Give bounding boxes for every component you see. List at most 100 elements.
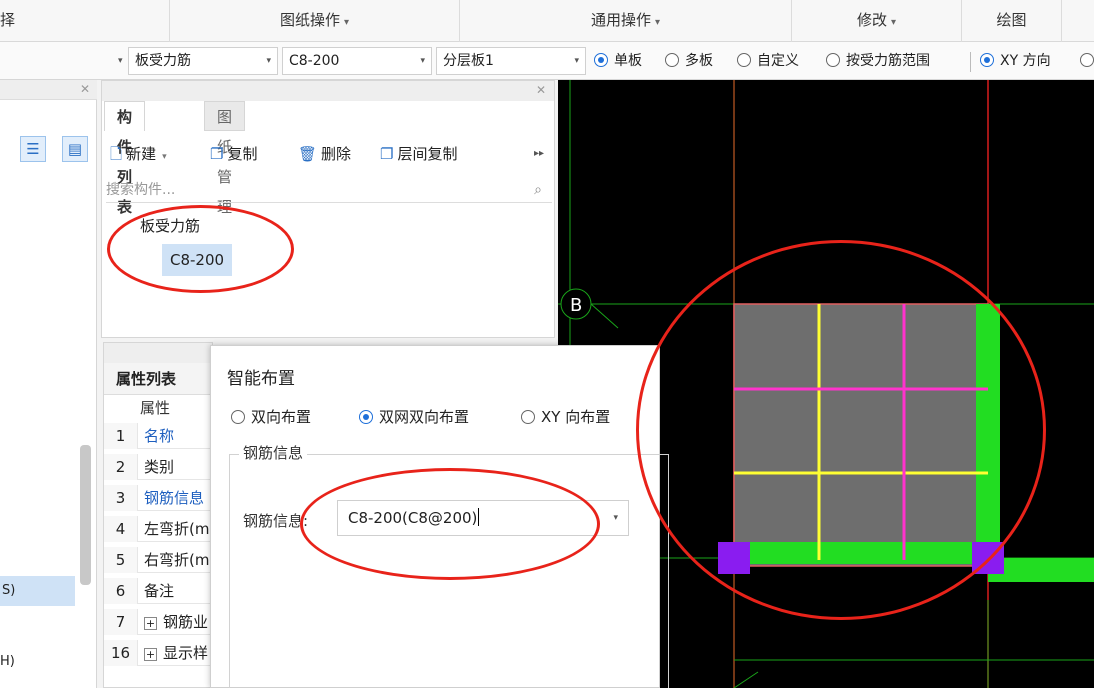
close-icon[interactable]: ✕ xyxy=(536,83,546,97)
tree-node-label: C8-200 xyxy=(170,251,225,269)
radio-double-net-bidirectional[interactable]: 双网双向布置 xyxy=(359,406,469,428)
tree-node-selected[interactable]: C8-200 xyxy=(162,244,233,276)
radio-indicator xyxy=(980,53,994,67)
attribute-row-name: 备注 xyxy=(144,582,175,600)
radio-indicator xyxy=(359,410,373,424)
radio-next-direction[interactable] xyxy=(1080,50,1094,72)
chevron-down-icon[interactable]: ▾ xyxy=(118,47,123,75)
left-nav-item-label: H) xyxy=(0,654,15,669)
attribute-row-cell: 右弯折(m xyxy=(144,547,209,573)
support-node xyxy=(718,542,750,574)
attribute-row[interactable]: 3 钢筋信息 xyxy=(104,485,212,511)
toolbar-divider xyxy=(970,52,971,72)
attribute-row[interactable]: 4 左弯折(m xyxy=(104,516,212,542)
expand-icon[interactable]: + xyxy=(144,648,157,661)
ribbon-group-drawing-ops[interactable]: 图纸操作 ▾ xyxy=(170,0,460,42)
property-toolbar: ▾ 板受力筋 ▾ C8-200 ▾ 分层板1 ▾ 单板 多板 自定义 按受力筋范… xyxy=(0,42,1094,80)
attribute-row-number: 16 xyxy=(104,640,138,666)
attribute-row-number: 7 xyxy=(104,609,138,635)
chevron-down-icon: ▾ xyxy=(574,56,579,66)
attribute-row-name: 类别 xyxy=(144,458,175,476)
chevron-down-icon[interactable]: ▾ xyxy=(613,501,618,535)
panel-header xyxy=(104,343,212,363)
ribbon-group-draw[interactable]: 绘图 xyxy=(962,0,1062,42)
tree-node-parent[interactable]: 板受力筋 xyxy=(140,215,200,236)
delete-button[interactable]: 🗑 删除 xyxy=(298,143,351,164)
left-nav-item-label: S) xyxy=(2,583,16,598)
attribute-row-name: 显示样 xyxy=(163,644,209,662)
radio-indicator xyxy=(665,53,679,67)
attribute-row-cell: + 钢筋业 xyxy=(144,609,208,635)
ribbon-group-common-ops-label: 通用操作 xyxy=(590,11,651,29)
attribute-row-number: 1 xyxy=(104,423,138,449)
radio-label: 多板 xyxy=(685,53,713,69)
radio-xy-direction[interactable]: XY 方向 xyxy=(980,50,1051,72)
component-name-select[interactable]: C8-200 ▾ xyxy=(282,47,432,75)
ribbon-group-common-ops[interactable]: 通用操作 ▾ xyxy=(460,0,792,42)
rebar-info-input[interactable]: C8-200(C8@200) ▾ xyxy=(337,500,629,536)
radio-custom[interactable]: 自定义 xyxy=(737,50,799,72)
left-nav-item[interactable]: H) xyxy=(0,654,15,669)
attribute-row-cell: 名称 xyxy=(144,423,174,449)
ribbon-group-modify-label: 修改 xyxy=(856,11,887,29)
radio-indicator xyxy=(594,53,608,67)
floor-copy-button-label: 层间复制 xyxy=(397,145,458,163)
panel-header: ✕ xyxy=(102,81,554,101)
tab-component-list[interactable]: 构件列表 xyxy=(104,101,146,216)
ribbon-group-modify[interactable]: 修改 ▾ xyxy=(792,0,962,42)
radio-indicator xyxy=(521,410,535,424)
more-icon[interactable]: ▸▸ xyxy=(534,148,544,159)
app-window: 择 图纸操作 ▾ 通用操作 ▾ 修改 ▾ 绘图 ▾ 板受力筋 ▾ C8-200 ▾ 分… xyxy=(0,0,1094,688)
search-input[interactable]: 搜索构件... ⌕ xyxy=(106,177,552,203)
tree-node-label: 板受力筋 xyxy=(140,217,201,235)
attribute-list-panel: 属性列表 属性 1 名称 2 类别 3 钢筋信息 4 左弯折(m 5 右弯折(m 6 备注 7 + 钢筋业 1… xyxy=(103,342,213,688)
attribute-row-name: 钢筋信息 xyxy=(144,489,205,507)
dialog-title: 智能布置 xyxy=(227,369,295,389)
floor-copy-button[interactable]: ❐ 层间复制 xyxy=(380,143,457,164)
layer-slab-value: 分层板1 xyxy=(443,53,494,69)
radio-by-rebar-range[interactable]: 按受力筋范围 xyxy=(826,50,930,72)
trash-icon: 🗑 xyxy=(298,145,318,163)
delete-button-label: 删除 xyxy=(321,145,352,163)
attribute-row-number: 3 xyxy=(104,485,138,511)
axis-leader-line xyxy=(590,303,619,329)
scrollbar-thumb[interactable] xyxy=(80,445,91,585)
layer-slab-select[interactable]: 分层板1 ▾ xyxy=(436,47,586,75)
new-button-label: 新建 xyxy=(126,145,157,163)
attribute-row[interactable]: 7 + 钢筋业 xyxy=(104,609,212,635)
ribbon-group-select[interactable]: 择 xyxy=(0,0,170,42)
radio-bidirectional[interactable]: 双向布置 xyxy=(231,406,311,428)
rebar-info-group-label: 钢筋信息 xyxy=(239,442,308,463)
slab-region[interactable] xyxy=(733,303,989,567)
attribute-row[interactable]: 1 名称 xyxy=(104,423,212,449)
radio-xy-layout[interactable]: XY 向布置 xyxy=(521,406,610,428)
radio-label: 自定义 xyxy=(757,53,799,69)
copy-button-label: 复制 xyxy=(227,145,258,163)
support-node xyxy=(972,542,1004,574)
attribute-row-name: 名称 xyxy=(144,427,175,445)
layout-mode-radios: 双向布置 双网双向布置 XY 向布置 xyxy=(231,406,661,430)
attribute-row[interactable]: 5 右弯折(m xyxy=(104,547,212,573)
copy-button[interactable]: ❐ 复制 xyxy=(210,143,257,164)
attribute-row[interactable]: 16 + 显示样 xyxy=(104,640,212,666)
left-nav-item-selected[interactable]: S) xyxy=(0,576,75,606)
radio-multi-slab[interactable]: 多板 xyxy=(665,50,713,72)
ribbon-group-select-label: 择 xyxy=(0,11,16,29)
component-type-select[interactable]: 板受力筋 ▾ xyxy=(128,47,278,75)
ribbon-group-bar: 择 图纸操作 ▾ 通用操作 ▾ 修改 ▾ 绘图 xyxy=(0,0,1094,42)
component-type-value: 板受力筋 xyxy=(135,53,191,69)
close-icon[interactable]: ✕ xyxy=(80,82,90,96)
attribute-row[interactable]: 2 类别 xyxy=(104,454,212,480)
attribute-column-header: 属性 xyxy=(140,399,171,417)
radio-single-slab[interactable]: 单板 xyxy=(594,50,642,72)
detail-view-icon[interactable]: ▤ xyxy=(62,136,88,162)
new-button[interactable]: 🗋 新建 ▾ xyxy=(110,143,167,169)
attribute-row[interactable]: 6 备注 xyxy=(104,578,212,604)
new-file-icon: 🗋 xyxy=(110,145,123,163)
tab-drawing-management[interactable]: 图纸管理 xyxy=(204,101,246,216)
rebar-info-value: C8-200(C8@200) xyxy=(348,509,478,527)
list-view-icon[interactable]: ☰ xyxy=(20,136,46,162)
radio-indicator xyxy=(737,53,751,67)
expand-icon[interactable]: + xyxy=(144,617,157,630)
attribute-row-cell: 钢筋信息 xyxy=(144,485,204,511)
